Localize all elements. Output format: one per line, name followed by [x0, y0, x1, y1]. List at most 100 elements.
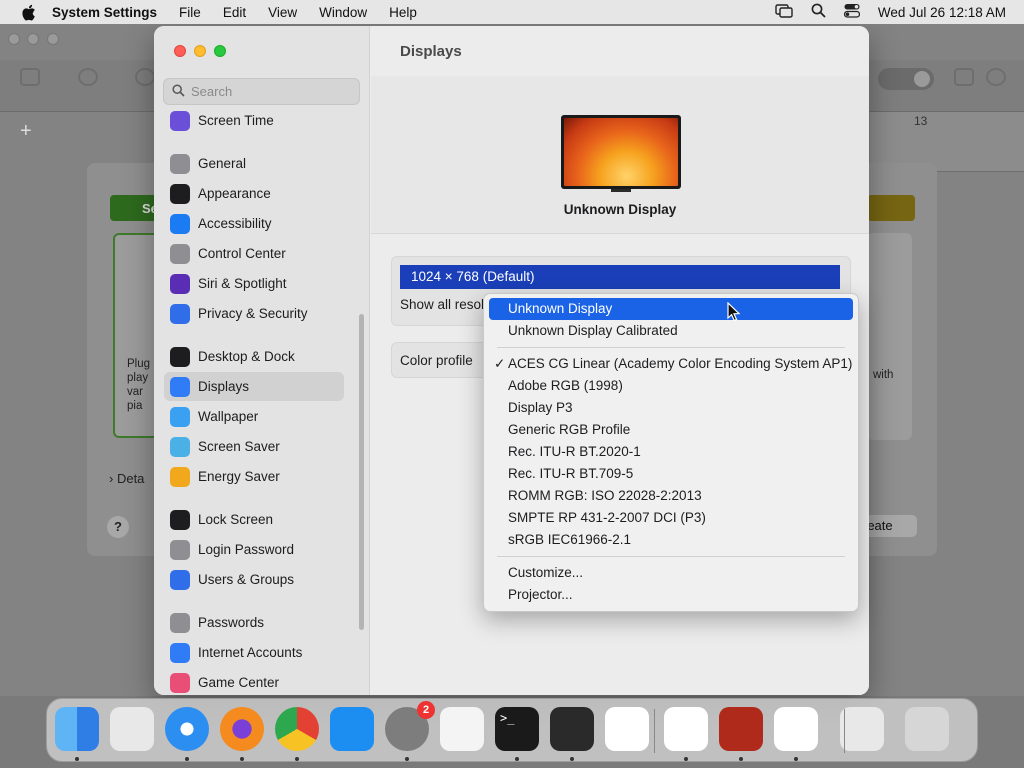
system-settings-icon[interactable]: 2 [385, 701, 435, 751]
bg-close-button[interactable] [8, 33, 20, 45]
bg-inbox-icon[interactable] [20, 68, 40, 86]
bg-zoom-button[interactable] [47, 33, 59, 45]
preview-icon[interactable] [840, 707, 884, 751]
menu-item-label: Unknown Display Calibrated [508, 323, 678, 338]
visual-studio-icon[interactable] [664, 707, 708, 751]
sidebar-item-label: Screen Saver [198, 439, 280, 454]
game-center-icon [170, 672, 190, 693]
menu-item-projector[interactable]: Projector... [489, 584, 853, 606]
bg-chat-icon[interactable] [986, 68, 1006, 86]
terminal-icon[interactable]: >_ [495, 707, 539, 751]
screen-mirroring-icon[interactable] [775, 3, 793, 21]
lock-icon [170, 509, 190, 530]
guitar-icon[interactable] [550, 707, 594, 751]
dock-running-indicator [684, 757, 688, 761]
bg-help-icon[interactable] [78, 68, 98, 86]
sidebar-item-accessibility[interactable]: Accessibility [164, 209, 344, 238]
sidebar-item-users-groups[interactable]: Users & Groups [164, 565, 344, 594]
spotlight-search-icon[interactable] [811, 3, 826, 21]
sidebar-item-screen-saver[interactable]: Screen Saver [164, 432, 344, 461]
chrome-icon[interactable] [275, 707, 319, 751]
sidebar-item-internet-accounts[interactable]: Internet Accounts [164, 638, 344, 667]
dock-running-indicator [185, 757, 189, 761]
app-store-icon[interactable] [330, 707, 374, 751]
dock-separator [654, 709, 655, 753]
sidebar-item-displays[interactable]: Displays [164, 372, 344, 401]
bg-details-label: Deta [116, 471, 145, 486]
launchpad-icon[interactable] [110, 707, 154, 751]
dock-separator [844, 709, 845, 753]
sidebar-item-screen-time[interactable]: Screen Time [164, 106, 344, 135]
sidebar-item-appearance[interactable]: Appearance [164, 179, 344, 208]
sidebar-item-lock-screen[interactable]: Lock Screen [164, 505, 344, 534]
menu-item-srgb[interactable]: sRGB IEC61966-2.1 [489, 529, 853, 551]
freeform-icon[interactable] [774, 707, 818, 751]
bg-yellow-tab[interactable] [867, 195, 915, 221]
menu-item-unknown-display[interactable]: Unknown Display [489, 298, 853, 320]
sidebar-item-privacy-security[interactable]: Privacy & Security [164, 299, 344, 328]
bg-right-pane: with [867, 233, 912, 440]
close-button[interactable] [174, 45, 186, 57]
bg-panel-icon[interactable] [954, 68, 974, 86]
minimize-button[interactable] [194, 45, 206, 57]
bg-toggle[interactable] [878, 68, 934, 90]
sidebar-item-energy-saver[interactable]: Energy Saver [164, 462, 344, 491]
menu-edit[interactable]: Edit [223, 5, 246, 20]
bg-help-button[interactable]: ? [107, 516, 129, 538]
menu-item-smpte-dci-p3[interactable]: SMPTE RP 431-2-2007 DCI (P3) [489, 507, 853, 529]
menu-item-bt709[interactable]: Rec. ITU-R BT.709-5 [489, 463, 853, 485]
at-icon [170, 642, 190, 663]
accessibility-icon [170, 213, 190, 234]
menu-item-bt2020[interactable]: Rec. ITU-R BT.2020-1 [489, 441, 853, 463]
menu-app-name[interactable]: System Settings [52, 5, 157, 20]
search-icon [172, 83, 185, 100]
menu-item-label: Adobe RGB (1998) [508, 378, 623, 393]
bg-add-icon[interactable]: + [20, 120, 32, 143]
finder-icon[interactable] [55, 707, 99, 751]
sidebar-item-control-center[interactable]: Control Center [164, 239, 344, 268]
sidebar-item-game-center[interactable]: Game Center [164, 668, 344, 695]
sidebar-item-label: Users & Groups [198, 572, 295, 587]
menu-item-aces-cg-linear[interactable]: ✓ ACES CG Linear (Academy Color Encoding … [489, 353, 853, 375]
dock-running-indicator [75, 757, 79, 761]
search-field[interactable] [163, 78, 360, 105]
sidebar-item-login-password[interactable]: Login Password [164, 535, 344, 564]
bg-settings-icon[interactable] [135, 68, 155, 86]
menu-file[interactable]: File [179, 5, 201, 20]
menu-help[interactable]: Help [389, 5, 417, 20]
vscode-icon[interactable] [605, 707, 649, 751]
sidebar-scrollbar[interactable] [359, 314, 364, 630]
monitor-icon[interactable] [561, 115, 681, 189]
notification-badge: 2 [417, 701, 435, 719]
textedit-icon[interactable] [440, 707, 484, 751]
menu-item-romm-rgb[interactable]: ROMM RGB: ISO 22028-2:2013 [489, 485, 853, 507]
sidebar-item-desktop-dock[interactable]: Desktop & Dock [164, 342, 344, 371]
menu-item-display-p3[interactable]: Display P3 [489, 397, 853, 419]
sidebar-item-label: Desktop & Dock [198, 349, 295, 364]
apple-icon[interactable] [18, 2, 38, 22]
control-center-icon[interactable] [843, 3, 861, 21]
menu-clock[interactable]: Wed Jul 26 12:18 AM [878, 5, 1006, 20]
bg-details-disclosure[interactable]: › Deta [109, 471, 144, 486]
search-input[interactable] [191, 84, 351, 99]
remote-desktop-icon[interactable] [719, 707, 763, 751]
menu-window[interactable]: Window [319, 5, 367, 20]
trash-icon[interactable] [905, 707, 949, 751]
menu-view[interactable]: View [268, 5, 297, 20]
safari-icon[interactable] [165, 707, 209, 751]
bg-minimize-button[interactable] [27, 33, 39, 45]
menu-item-generic-rgb[interactable]: Generic RGB Profile [489, 419, 853, 441]
sidebar-item-passwords[interactable]: Passwords [164, 608, 344, 637]
color-profile-menu: Unknown Display Unknown Display Calibrat… [483, 293, 859, 612]
menu-item-unknown-display-calibrated[interactable]: Unknown Display Calibrated [489, 320, 853, 342]
zoom-button[interactable] [214, 45, 226, 57]
monitor-stand [611, 189, 631, 192]
firefox-icon[interactable] [220, 707, 264, 751]
sidebar-item-general[interactable]: General [164, 149, 344, 178]
menu-item-adobe-rgb[interactable]: Adobe RGB (1998) [489, 375, 853, 397]
sidebar-item-wallpaper[interactable]: Wallpaper [164, 402, 344, 431]
monitor-wallpaper [564, 118, 678, 186]
resolution-option-selected[interactable]: 1024 × 768 (Default) [400, 265, 840, 289]
menu-item-customize[interactable]: Customize... [489, 562, 853, 584]
sidebar-item-siri-spotlight[interactable]: Siri & Spotlight [164, 269, 344, 298]
